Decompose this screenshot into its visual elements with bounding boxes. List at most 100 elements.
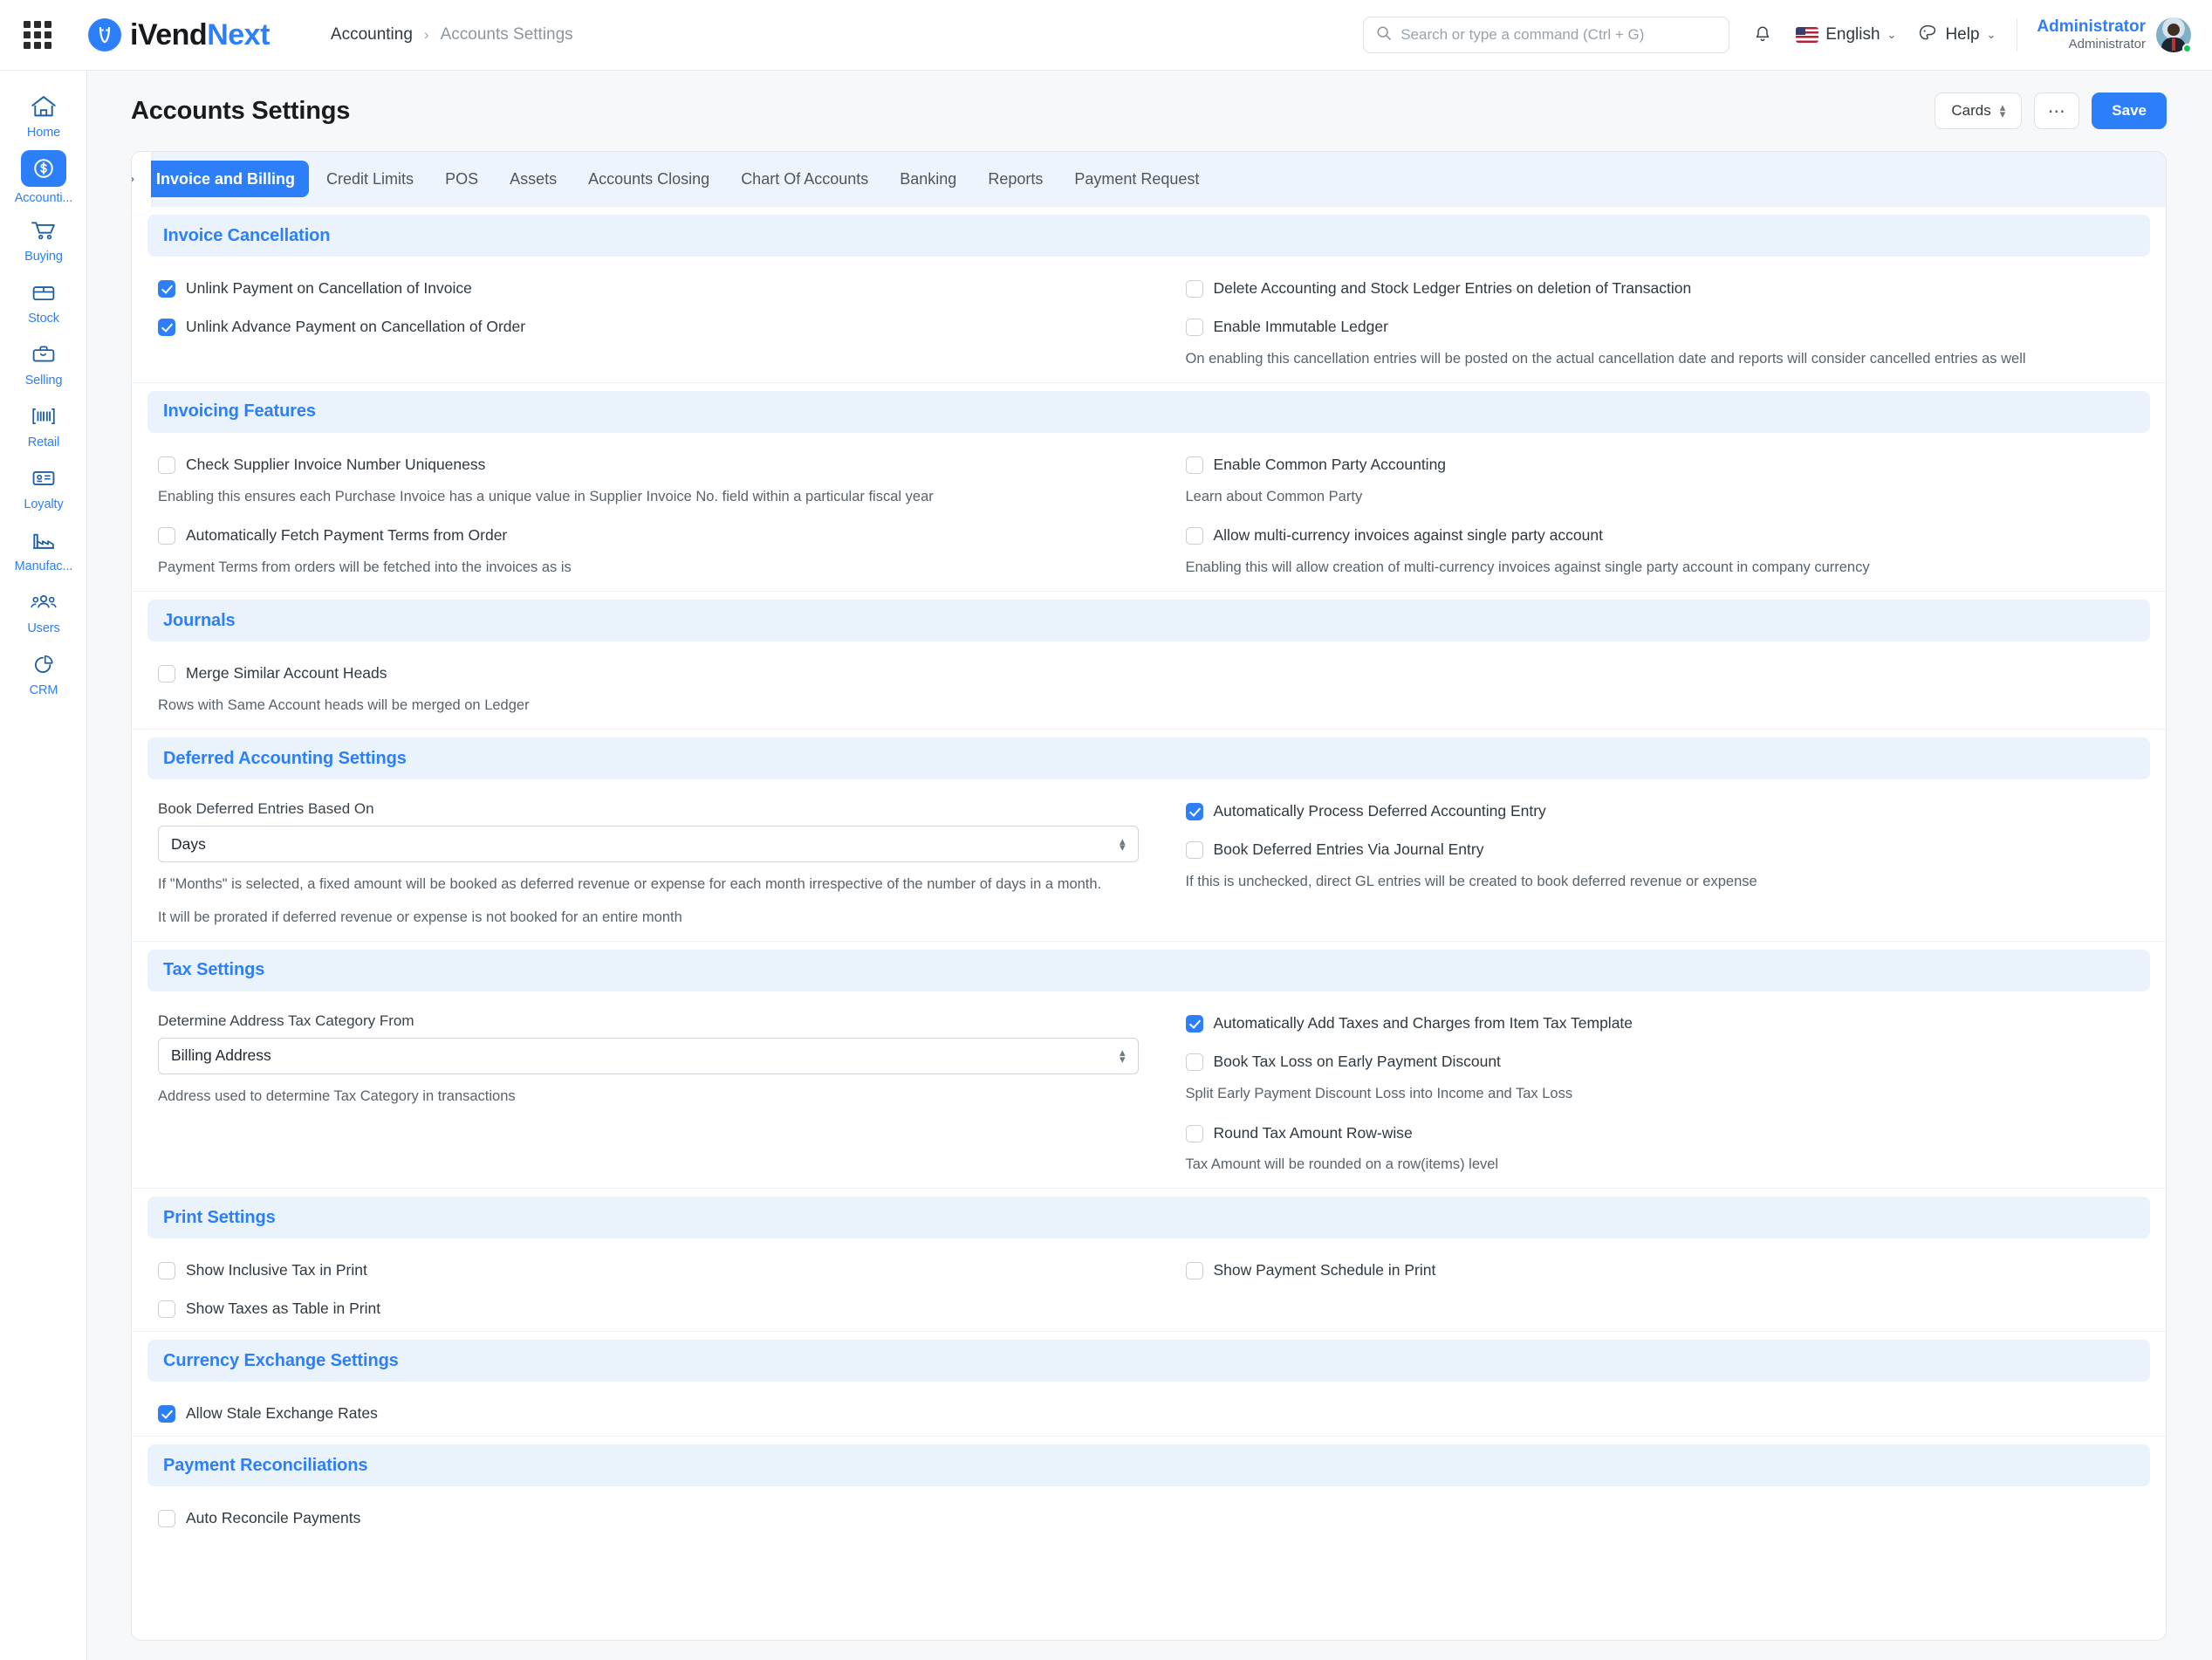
sidebar-item-crm[interactable]: CRM [0,642,87,703]
setting-row[interactable]: Merge Similar Account Heads [158,664,1139,683]
left-sidebar: Home Accounti... Buying [0,71,87,1660]
sidebar-item-retail[interactable]: Retail [0,394,87,456]
setting-row[interactable]: Auto Reconcile Payments [158,1509,1139,1528]
tab-banking[interactable]: Banking [886,161,970,197]
section-header: Invoice Cancellation [147,215,2150,257]
tab-chart-of-accounts[interactable]: Chart Of Accounts [727,161,882,197]
checkbox-round-tax-amount-row-wise[interactable] [1186,1125,1203,1142]
setting-row[interactable]: Unlink Payment on Cancellation of Invoic… [158,279,1139,298]
tab-credit-limits[interactable]: Credit Limits [312,161,428,197]
setting-row[interactable]: Allow Stale Exchange Rates [158,1404,1139,1423]
checkbox-unlink-payment-on-cancellation-of-invoice[interactable] [158,280,175,298]
checkbox-merge-similar-account-heads[interactable] [158,665,175,683]
checkbox-check-supplier-invoice-number-uniqueness[interactable] [158,456,175,474]
determine-address-tax-category-select[interactable]: Billing Address ▴▾ [158,1038,1139,1074]
setting-row[interactable]: Round Tax Amount Row-wise [1186,1124,2140,1143]
brand-text: iVendNext [130,18,270,52]
setting-row[interactable]: Unlink Advance Payment on Cancellation o… [158,318,1139,337]
sidebar-item-label: Loyalty [24,497,63,511]
section-column-left: Unlink Payment on Cancellation of Invoic… [147,260,1149,370]
palette-icon [1917,23,1938,48]
barcode-icon [26,401,61,431]
tab-label: Credit Limits [326,170,414,189]
tab-reports[interactable]: Reports [974,161,1057,197]
learn-about-common-party-link[interactable]: Learn about Common Party [1186,487,2140,508]
setting-row[interactable]: Automatically Fetch Payment Terms from O… [158,526,1139,545]
checkbox-automatically-process-deferred-accounting-entry[interactable] [1186,803,1203,820]
checkbox-automatically-fetch-payment-terms-from-order[interactable] [158,527,175,545]
setting-label: Merge Similar Account Heads [186,664,387,683]
checkbox-allow-multi-currency-invoices[interactable] [1186,527,1203,545]
sidebar-item-home[interactable]: Home [0,85,87,146]
setting-row[interactable]: Allow multi-currency invoices against si… [1186,526,2140,545]
section-column-left: Allow Stale Exchange Rates [147,1385,1149,1423]
sidebar-item-label: CRM [30,683,58,697]
checkbox-show-payment-schedule-in-print[interactable] [1186,1262,1203,1279]
ellipsis-icon: ⋯ [2048,100,2066,122]
sidebar-item-users[interactable]: Users [0,580,87,641]
tab-payment-request[interactable]: Payment Request [1060,161,1213,197]
page-header: Accounts Settings Cards ▴▾ ⋯ Save [87,71,2212,151]
brand-logo[interactable]: iVendNext [88,18,270,52]
view-switcher-button[interactable]: Cards ▴▾ [1935,93,2022,129]
tab-invoice-and-billing[interactable]: Invoice and Billing [142,161,309,197]
more-options-button[interactable]: ⋯ [2034,93,2079,129]
section-column-left: Book Deferred Entries Based On Days ▴▾ I… [147,783,1149,929]
setting-row[interactable]: Automatically Add Taxes and Charges from… [1186,1014,2140,1033]
book-deferred-entries-based-on-select[interactable]: Days ▴▾ [158,826,1139,862]
checkbox-delete-accounting-and-stock-ledger-entries[interactable] [1186,280,1203,298]
setting-row[interactable]: Book Deferred Entries Via Journal Entry [1186,840,2140,860]
section-column-left: Check Supplier Invoice Number Uniqueness… [147,436,1149,580]
tab-assets[interactable]: Assets [496,161,571,197]
chevron-right-icon[interactable]: › [131,151,151,214]
sidebar-item-label: Home [27,126,60,140]
sidebar-item-buying[interactable]: Buying [0,209,87,270]
search-box[interactable] [1363,17,1729,53]
setting-row[interactable]: Book Tax Loss on Early Payment Discount [1186,1053,2140,1072]
setting-row[interactable]: Show Payment Schedule in Print [1186,1261,2140,1280]
sidebar-item-manufacturing[interactable]: Manufac... [0,518,87,580]
language-selector[interactable]: English ⌄ [1796,25,1896,45]
checkbox-auto-reconcile-payments[interactable] [158,1510,175,1527]
section-journals: Journals Merge Similar Account Heads Row… [132,591,2166,729]
bell-icon[interactable] [1752,24,1773,45]
help-menu[interactable]: Help ⌄ [1917,23,1996,48]
sidebar-item-selling[interactable]: Selling [0,333,87,394]
user-menu[interactable]: Administrator Administrator [2037,17,2191,52]
field-label: Book Deferred Entries Based On [158,800,1139,818]
section-column-left: Show Inclusive Tax in Print Show Taxes a… [147,1242,1149,1319]
setting-hint: If "Months" is selected, a fixed amount … [158,875,1139,895]
checkbox-allow-stale-exchange-rates[interactable] [158,1405,175,1423]
checkbox-enable-common-party-accounting[interactable] [1186,456,1203,474]
id-card-icon [26,463,61,493]
section-deferred-accounting-settings: Deferred Accounting Settings Book Deferr… [132,729,2166,941]
checkbox-automatically-add-taxes-and-charges[interactable] [1186,1015,1203,1032]
checkbox-show-taxes-as-table-in-print[interactable] [158,1300,175,1318]
tab-pos[interactable]: POS [431,161,492,197]
sidebar-item-accounting[interactable]: Accounti... [0,147,87,208]
tab-accounts-closing[interactable]: Accounts Closing [574,161,723,197]
checkbox-book-deferred-entries-via-journal-entry[interactable] [1186,841,1203,859]
setting-row[interactable]: Automatically Process Deferred Accountin… [1186,802,2140,821]
sidebar-item-stock[interactable]: Stock [0,271,87,332]
checkbox-unlink-advance-payment-on-cancellation-of-order[interactable] [158,319,175,336]
section-header: Journals [147,600,2150,641]
setting-row[interactable]: Show Inclusive Tax in Print [158,1261,1139,1280]
section-title: Print Settings [163,1208,276,1228]
setting-hint: Rows with Same Account heads will be mer… [158,696,1139,717]
setting-row[interactable]: Enable Common Party Accounting [1186,456,2140,475]
sidebar-item-loyalty[interactable]: Loyalty [0,456,87,518]
checkbox-book-tax-loss-on-early-payment-discount[interactable] [1186,1053,1203,1071]
checkbox-show-inclusive-tax-in-print[interactable] [158,1262,175,1279]
setting-row[interactable]: Check Supplier Invoice Number Uniqueness [158,456,1139,475]
checkbox-enable-immutable-ledger[interactable] [1186,319,1203,336]
setting-row[interactable]: Show Taxes as Table in Print [158,1300,1139,1319]
setting-row[interactable]: Delete Accounting and Stock Ledger Entri… [1186,279,2140,298]
save-button[interactable]: Save [2092,93,2167,129]
grid-apps-icon[interactable] [22,19,53,51]
setting-row[interactable]: Enable Immutable Ledger [1186,318,2140,337]
section-header: Deferred Accounting Settings [147,737,2150,779]
search-input[interactable] [1400,26,1716,44]
breadcrumb-parent[interactable]: Accounting [331,25,413,45]
brand-text-primary: iVend [130,18,207,51]
